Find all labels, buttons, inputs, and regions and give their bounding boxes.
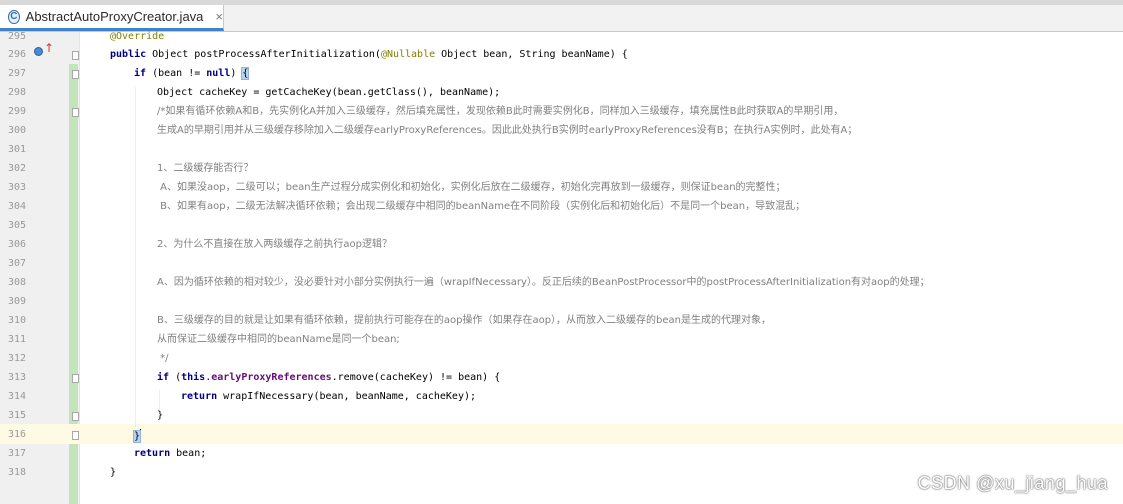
code-line-310[interactable]: B、三级缓存的目的就是让如果有循环依赖，提前执行可能存在的aop操作（如果存在a… [157,315,771,327]
code-line-314[interactable]: return wrapIfNecessary(bean, beanName, c… [181,391,476,403]
code-line-317[interactable]: return bean; [134,448,206,460]
code-line-300[interactable]: 生成A的早期引用并从三级缓存移除加入二级缓存earlyProxyReferenc… [157,125,857,137]
class-icon: C [8,9,20,24]
code-line-303[interactable]: A、如果没aop，二级可以；bean生产过程分成实例化和初始化，实例化后放在二级… [157,182,785,194]
line-number: 299 [7,106,26,117]
code-line-295[interactable]: @Override [110,31,164,43]
fold-marker-icon[interactable] [72,108,79,117]
tab-title: AbstractAutoProxyCreator.java [25,9,204,24]
line-number: 312 [7,353,26,364]
code-line-313[interactable]: if (this.earlyProxyReferences.remove(cac… [157,372,500,384]
line-number: 304 [7,201,26,212]
code-line-298[interactable]: Object cacheKey = getCacheKey(bean.getCl… [157,87,500,99]
code-line-316[interactable]: } [132,429,142,443]
code-line-304[interactable]: B、如果有aop，二级无法解决循环依赖；会出现二级缓存中相同的beanName在… [157,201,805,213]
fold-marker-icon[interactable] [72,51,79,60]
code-line-299[interactable]: /*如果有循环依赖A和B，先实例化A并加入三级缓存，然后填充属性，发现依赖B此时… [157,106,843,118]
code-line-312[interactable]: */ [157,353,168,365]
code-line-308[interactable]: A、因为循环依赖的相对较少，没必要针对小部分实例执行一遍（wrapIfNeces… [157,277,930,289]
editor-tab[interactable]: C AbstractAutoProxyCreator.java × [0,5,224,31]
line-number: 313 [7,372,26,383]
text-cursor [140,429,142,440]
code-line-306[interactable]: 2、为什么不直接在放入两级缓存之前执行aop逻辑？ [157,239,392,251]
line-number: 314 [7,391,26,402]
line-number: 303 [7,182,26,193]
code-line-311[interactable]: 从而保证二级缓存中相同的beanName是同一个bean; [157,334,400,346]
code-line-296[interactable]: public Object postProcessAfterInitializa… [110,49,628,61]
line-number: 297 [7,68,26,79]
line-number: 306 [7,239,26,250]
line-number: 309 [7,296,26,307]
code-line-318[interactable]: } [110,467,116,479]
fold-marker-icon[interactable] [72,412,79,421]
line-number: 318 [7,467,26,478]
override-icon[interactable] [34,47,43,56]
fold-marker-icon[interactable] [72,431,79,440]
line-number: 308 [7,277,26,288]
line-number: 296 [7,49,26,60]
fold-marker-icon[interactable] [72,70,79,79]
indent-guide [135,87,136,427]
line-number: 301 [7,144,26,155]
line-number: 310 [7,315,26,326]
line-number: 300 [7,125,26,136]
code-line-297[interactable]: if (bean != null) { [134,67,250,80]
line-number: 298 [7,87,26,98]
editor-tab-bar: C AbstractAutoProxyCreator.java × [0,5,1123,32]
override-up-arrow-icon[interactable]: ↑ [44,42,54,54]
line-number: 305 [7,220,26,231]
line-number: 311 [7,334,26,345]
watermark: CSDN @xu_jiang_hua [917,473,1108,493]
line-number: 315 [7,410,26,421]
code-line-315[interactable]: } [157,410,163,422]
line-number: 307 [7,258,26,269]
line-number: 317 [7,448,26,459]
line-number: 295 [7,31,26,42]
code-line-302[interactable]: 1、二级缓存能否行？ [157,163,253,175]
matched-brace: { [241,67,250,80]
fold-marker-icon[interactable] [72,374,79,383]
close-icon[interactable]: × [215,9,223,24]
line-number: 302 [7,163,26,174]
indent-guide [159,390,160,410]
line-number: 316 [7,429,26,440]
caret-row-highlight [0,424,1123,444]
